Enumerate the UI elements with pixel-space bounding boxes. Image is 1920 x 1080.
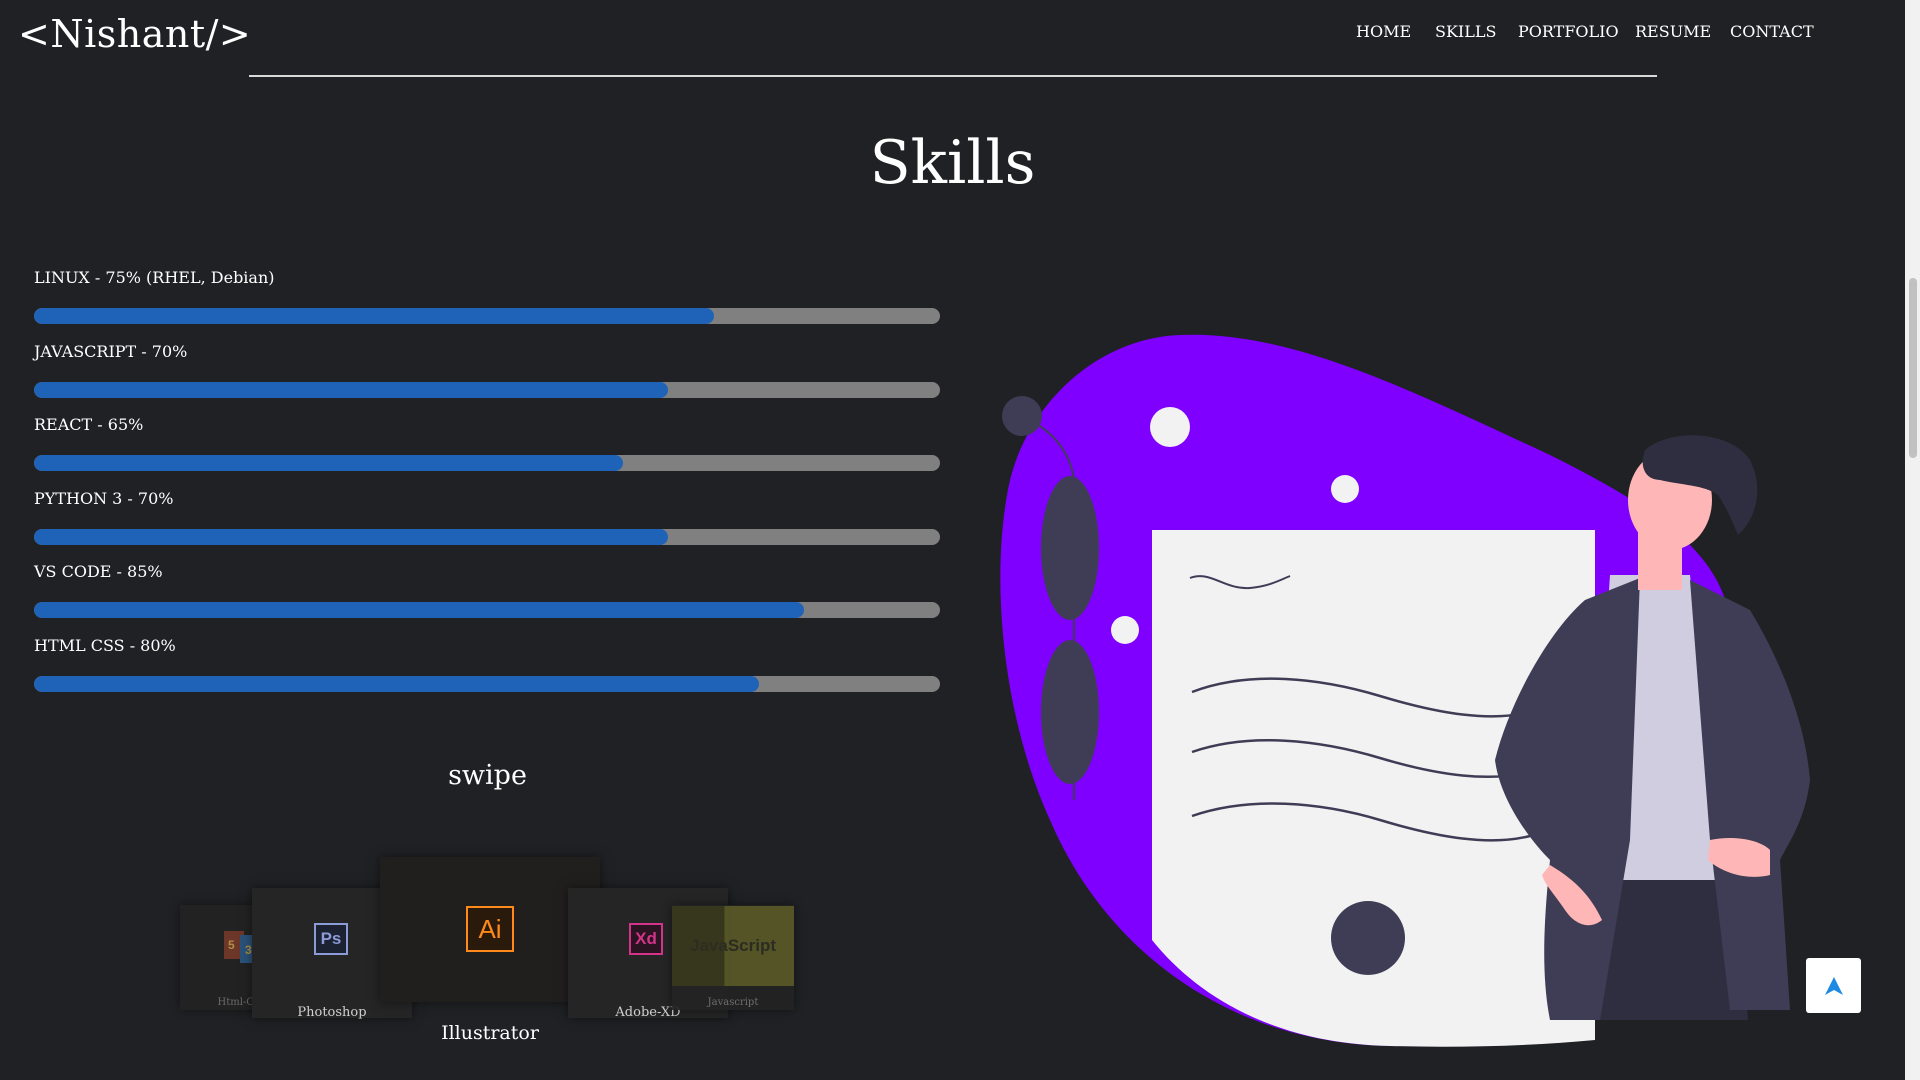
adobe-xd-logo-icon: Xd bbox=[629, 923, 663, 955]
skill-progress-track bbox=[34, 308, 940, 324]
section-title: Skills bbox=[869, 128, 1036, 198]
javascript-logo-icon: JavaScript bbox=[672, 906, 794, 986]
carousel-card-illustrator[interactable]: Ai bbox=[380, 857, 600, 1002]
nav-divider bbox=[249, 75, 1657, 77]
nav-resume[interactable]: RESUME bbox=[1635, 22, 1711, 41]
skill-label: LINUX - 75% (RHEL, Debian) bbox=[34, 268, 275, 287]
carousel-card-javascript[interactable]: JavaScript Javascript bbox=[672, 905, 794, 1010]
skill-label: HTML CSS - 80% bbox=[34, 636, 176, 655]
skill-label: REACT - 65% bbox=[34, 415, 144, 434]
skill-progress-track bbox=[34, 382, 940, 398]
nav-portfolio[interactable]: PORTFOLIO bbox=[1518, 22, 1619, 41]
skill-react: REACT - 65% bbox=[34, 415, 940, 471]
swipe-heading: swipe bbox=[448, 760, 527, 791]
scrollbar-thumb[interactable] bbox=[1909, 278, 1917, 458]
skill-python: PYTHON 3 - 70% bbox=[34, 489, 940, 545]
skill-linux: LINUX - 75% (RHEL, Debian) bbox=[34, 268, 940, 324]
skill-progress-track bbox=[34, 455, 940, 471]
skill-progress-track bbox=[34, 529, 940, 545]
skill-html-css: HTML CSS - 80% bbox=[34, 636, 940, 692]
nav-skills[interactable]: SKILLS bbox=[1435, 22, 1496, 41]
skill-javascript: JAVASCRIPT - 70% bbox=[34, 342, 940, 398]
skill-progress-fill bbox=[34, 529, 669, 545]
skill-progress-fill bbox=[34, 455, 623, 471]
skill-progress-track bbox=[34, 602, 940, 618]
skill-label: PYTHON 3 - 70% bbox=[34, 489, 174, 508]
skill-progress-fill bbox=[34, 308, 714, 324]
skill-progress-fill bbox=[34, 602, 805, 618]
carousel-label: Photoshop bbox=[297, 1005, 367, 1020]
skill-vscode: VS CODE - 85% bbox=[34, 562, 940, 618]
developer-illustration bbox=[1000, 334, 1810, 1047]
skill-progress-fill bbox=[34, 382, 669, 398]
arrow-up-icon bbox=[1824, 976, 1843, 995]
scroll-to-top-button[interactable] bbox=[1806, 958, 1861, 1013]
skill-progress-fill bbox=[34, 676, 759, 692]
skill-label: VS CODE - 85% bbox=[34, 562, 163, 581]
photoshop-logo-icon: Ps bbox=[314, 923, 348, 955]
svg-text:5: 5 bbox=[228, 938, 235, 952]
nav-home[interactable]: HOME bbox=[1356, 22, 1411, 41]
skill-progress-track bbox=[34, 676, 940, 692]
nav-contact[interactable]: CONTACT bbox=[1730, 22, 1814, 41]
illustrator-logo-icon: Ai bbox=[466, 906, 514, 952]
carousel-label: Javascript bbox=[707, 997, 759, 1008]
page-scrollbar[interactable] bbox=[1905, 0, 1920, 1080]
carousel-label: Illustrator bbox=[441, 1022, 539, 1044]
main-nav: HOME SKILLS PORTFOLIO RESUME CONTACT bbox=[0, 22, 1920, 46]
skill-label: JAVASCRIPT - 70% bbox=[34, 342, 188, 361]
svg-text:3: 3 bbox=[245, 943, 252, 957]
